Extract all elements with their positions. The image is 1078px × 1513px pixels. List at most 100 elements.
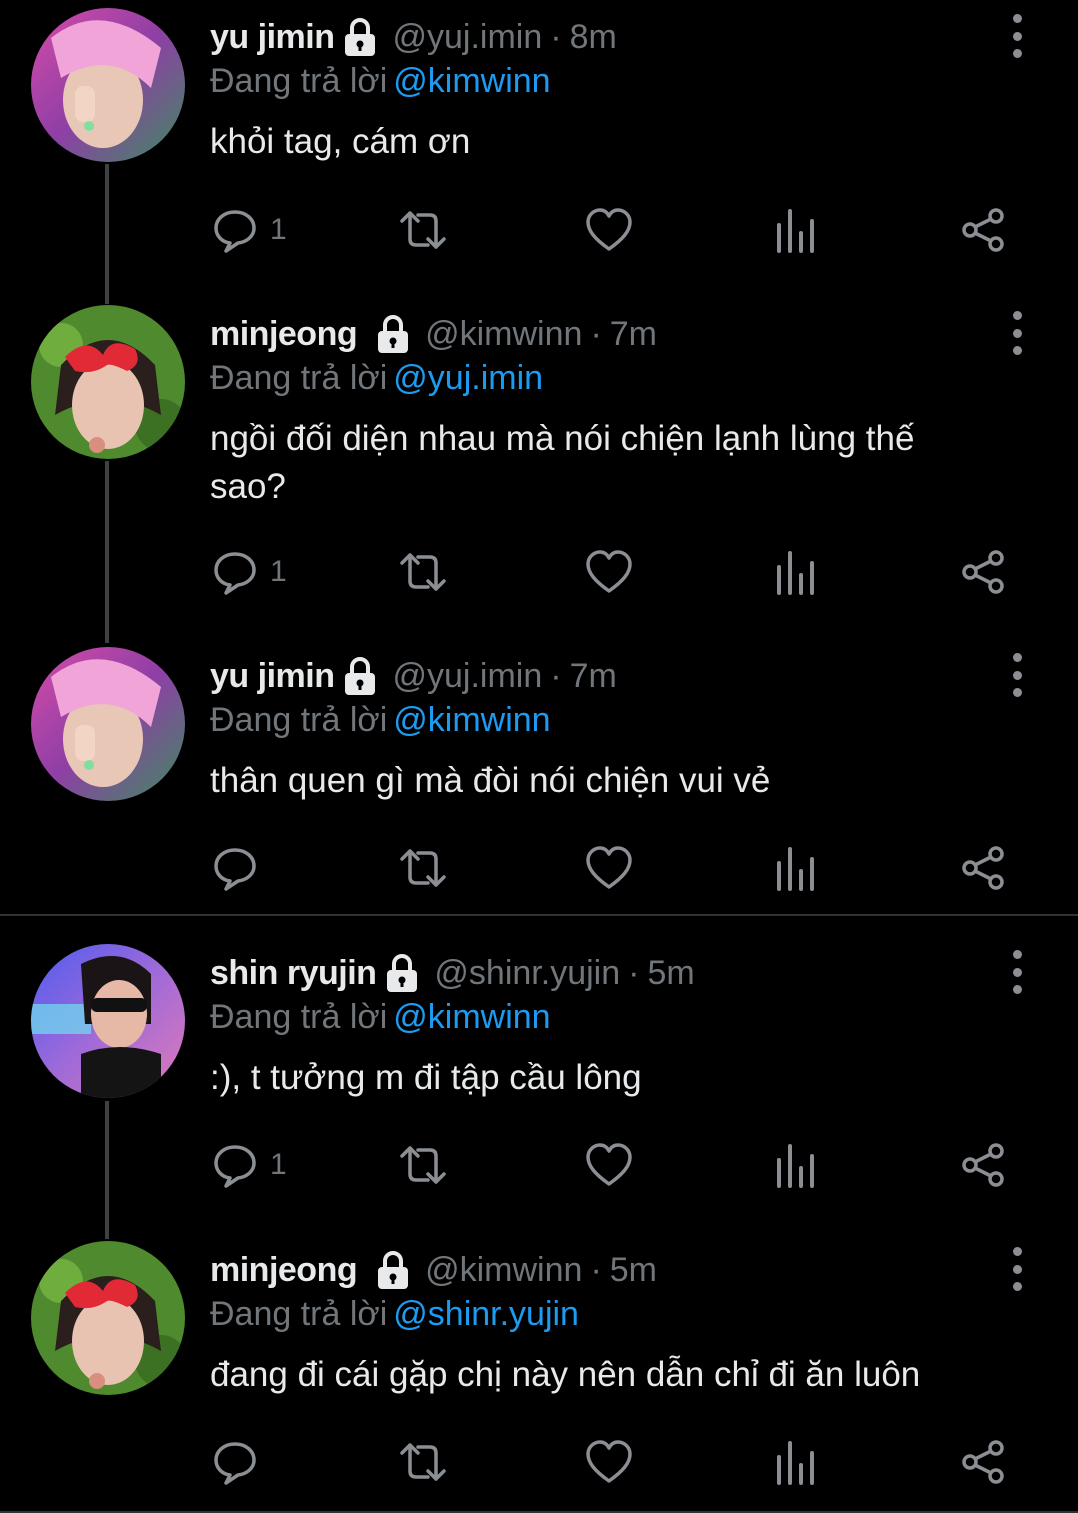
share-button[interactable] bbox=[960, 205, 1006, 255]
share-icon bbox=[962, 1440, 1004, 1484]
reply-count: 1 bbox=[270, 213, 287, 246]
avatar[interactable] bbox=[31, 944, 185, 1098]
heart-icon bbox=[586, 1143, 632, 1186]
display-name[interactable]: yu jimin bbox=[210, 18, 335, 57]
separator-dot: · bbox=[550, 17, 562, 56]
user-handle[interactable]: @yuj.imin bbox=[392, 657, 542, 696]
avatar[interactable] bbox=[31, 1241, 185, 1395]
timestamp[interactable]: 7m bbox=[570, 657, 617, 696]
timestamp[interactable]: 5m bbox=[647, 954, 694, 993]
reply-context: Đang trả lời @kimwinn bbox=[210, 701, 551, 740]
views-icon bbox=[777, 847, 814, 891]
user-handle[interactable]: @yuj.imin bbox=[392, 18, 542, 57]
views-button[interactable] bbox=[775, 843, 817, 893]
like-button[interactable] bbox=[585, 547, 633, 597]
tweet-header: yu jimin @yuj.imin · 7m bbox=[210, 651, 617, 701]
avatar[interactable] bbox=[31, 8, 185, 162]
reply-icon bbox=[214, 1442, 256, 1485]
more-vertical-icon[interactable] bbox=[1002, 311, 1032, 355]
user-handle[interactable]: @kimwinn bbox=[425, 1251, 582, 1290]
more-vertical-icon[interactable] bbox=[1002, 653, 1032, 697]
reply-prefix: Đang trả lời bbox=[210, 359, 388, 397]
retweet-button[interactable] bbox=[396, 1437, 450, 1487]
tweet[interactable]: minjeong @kimwinn · 7m Đang trả lời @yuj.… bbox=[0, 297, 1078, 639]
lock-icon bbox=[375, 314, 411, 354]
tweet-header: minjeong @kimwinn · 7m bbox=[210, 309, 657, 359]
reply-context: Đang trả lời @kimwinn bbox=[210, 998, 551, 1037]
views-icon bbox=[777, 1144, 814, 1188]
avatar-image bbox=[31, 647, 185, 801]
reply-prefix: Đang trả lời bbox=[210, 701, 388, 739]
tweet-header: shin ryujin @shinr.yujin · 5m bbox=[210, 948, 695, 998]
views-button[interactable] bbox=[775, 1437, 817, 1487]
reply-icon bbox=[214, 848, 256, 891]
reply-button[interactable] bbox=[212, 843, 270, 893]
separator-dot: · bbox=[550, 656, 562, 695]
user-handle[interactable]: @shinr.yujin bbox=[434, 954, 620, 993]
tweet-text: thân quen gì mà đòi nói chiện vui vẻ bbox=[210, 761, 771, 800]
retweet-button[interactable] bbox=[396, 1140, 450, 1190]
reply-prefix: Đang trả lời bbox=[210, 62, 388, 100]
views-button[interactable] bbox=[775, 547, 817, 597]
reply-button[interactable]: 1 bbox=[212, 1140, 287, 1190]
reply-mention[interactable]: @shinr.yujin bbox=[393, 1295, 579, 1333]
display-name[interactable]: shin ryujin bbox=[210, 954, 377, 993]
reply-button[interactable] bbox=[212, 1437, 270, 1487]
tweet[interactable]: yu jimin @yuj.imin · 7m Đang trả lời @kim… bbox=[0, 639, 1078, 915]
reply-button[interactable]: 1 bbox=[212, 547, 287, 597]
reply-button[interactable]: 1 bbox=[212, 205, 287, 255]
share-button[interactable] bbox=[960, 547, 1006, 597]
share-button[interactable] bbox=[960, 843, 1006, 893]
reply-mention[interactable]: @kimwinn bbox=[393, 998, 550, 1036]
views-icon bbox=[777, 1441, 814, 1485]
timestamp[interactable]: 8m bbox=[570, 18, 617, 57]
separator-dot: · bbox=[590, 314, 602, 353]
share-button[interactable] bbox=[960, 1140, 1006, 1190]
retweet-icon bbox=[400, 553, 446, 591]
more-vertical-icon[interactable] bbox=[1002, 1247, 1032, 1291]
lock-icon bbox=[384, 953, 420, 993]
share-button[interactable] bbox=[960, 1437, 1006, 1487]
retweet-icon bbox=[400, 211, 446, 249]
reply-mention[interactable]: @kimwinn bbox=[393, 62, 550, 100]
display-name[interactable]: yu jimin bbox=[210, 657, 335, 696]
tweet-text: :), t tưởng m đi tập cầu lông bbox=[210, 1058, 642, 1097]
action-bar bbox=[0, 843, 1078, 893]
share-icon bbox=[962, 846, 1004, 890]
share-icon bbox=[962, 1143, 1004, 1187]
lock-icon bbox=[342, 656, 378, 696]
tweet[interactable]: shin ryujin @shinr.yujin · 5m Đang trả l… bbox=[0, 936, 1078, 1233]
avatar-image bbox=[31, 305, 185, 459]
tweet[interactable]: yu jimin @yuj.imin · 8m Đang trả lời @kim… bbox=[0, 0, 1078, 297]
views-button[interactable] bbox=[775, 205, 817, 255]
reply-mention[interactable]: @kimwinn bbox=[393, 701, 550, 739]
avatar[interactable] bbox=[31, 305, 185, 459]
more-vertical-icon[interactable] bbox=[1002, 14, 1032, 58]
retweet-button[interactable] bbox=[396, 547, 450, 597]
display-name[interactable]: minjeong bbox=[210, 315, 358, 354]
reply-context: Đang trả lời @yuj.imin bbox=[210, 359, 543, 398]
reply-mention[interactable]: @yuj.imin bbox=[393, 359, 543, 397]
like-button[interactable] bbox=[585, 843, 633, 893]
retweet-button[interactable] bbox=[396, 843, 450, 893]
retweet-button[interactable] bbox=[396, 205, 450, 255]
like-button[interactable] bbox=[585, 205, 633, 255]
timestamp[interactable]: 7m bbox=[610, 315, 657, 354]
avatar[interactable] bbox=[31, 647, 185, 801]
like-button[interactable] bbox=[585, 1140, 633, 1190]
tweet[interactable]: minjeong @kimwinn · 5m Đang trả lời @shin… bbox=[0, 1233, 1078, 1513]
heart-icon bbox=[586, 550, 632, 593]
reply-context: Đang trả lời @shinr.yujin bbox=[210, 1295, 579, 1334]
reply-prefix: Đang trả lời bbox=[210, 1295, 388, 1333]
display-name[interactable]: minjeong bbox=[210, 1251, 358, 1290]
views-button[interactable] bbox=[775, 1140, 817, 1190]
action-bar bbox=[0, 1437, 1078, 1487]
user-handle[interactable]: @kimwinn bbox=[425, 315, 582, 354]
timestamp[interactable]: 5m bbox=[610, 1251, 657, 1290]
more-vertical-icon[interactable] bbox=[1002, 950, 1032, 994]
lock-icon bbox=[342, 17, 378, 57]
separator-dot: · bbox=[628, 953, 640, 992]
action-bar: 1 bbox=[0, 1140, 1078, 1190]
retweet-icon bbox=[400, 1443, 446, 1481]
like-button[interactable] bbox=[585, 1437, 633, 1487]
